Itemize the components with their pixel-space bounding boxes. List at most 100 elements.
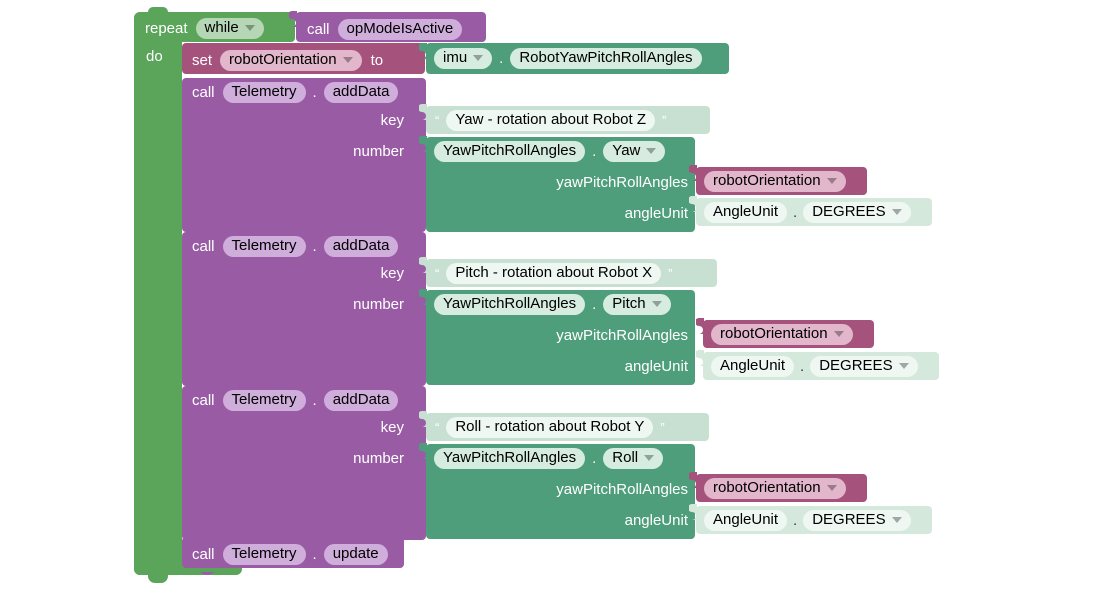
robotorientation-value-2: robotOrientation — [720, 325, 828, 342]
yawpitchrollangles-class-value-2: YawPitchRollAngles — [443, 295, 577, 312]
key-text-value-2: Pitch - rotation about Robot X — [455, 264, 653, 281]
set-variable-block[interactable]: set robotOrientation to — [182, 43, 425, 81]
telemetry-adddata-header-1: call Telemetry . addData — [192, 82, 399, 103]
angleunit-class-field-3[interactable]: AngleUnit — [704, 510, 788, 531]
call-opmodeisactive-block[interactable]: call opModeIsActive — [289, 11, 486, 42]
key-text-input-2[interactable]: Pitch - rotation about Robot X — [446, 263, 662, 284]
angleunit-class-value-2: AngleUnit — [720, 357, 786, 374]
key-text-block-1[interactable]: “ Yaw - rotation about Robot Z ” — [419, 104, 710, 134]
key-label-3: key — [380, 419, 404, 436]
value-plug — [689, 165, 698, 181]
robotyawpitchrollangles-field[interactable]: RobotYawPitchRollAngles — [510, 48, 702, 69]
angleunit-arg-label-1: angleUnit — [624, 205, 688, 222]
opmodeisactive-value: opModeIsActive — [346, 20, 454, 37]
update-method-value: update — [332, 545, 379, 562]
yawpitchrollangles-arg-label-3: yawPitchRollAngles — [556, 481, 688, 498]
angleunit-class-value-1: AngleUnit — [713, 203, 779, 220]
adddata-method-field[interactable]: addData — [323, 236, 399, 257]
variable-name: robotOrientation — [229, 51, 337, 68]
quote-open-icon: “ — [435, 420, 440, 435]
telemetry-object-field[interactable]: Telemetry — [222, 390, 306, 411]
value-plug — [696, 318, 705, 334]
yawpitchrollangles-class-field-2[interactable]: YawPitchRollAngles — [434, 294, 586, 315]
repeat-label-row: repeat while — [145, 18, 264, 39]
key-text-row-1: “ Yaw - rotation about Robot Z ” — [435, 110, 666, 131]
value-plug — [419, 257, 428, 273]
imu-dropdown[interactable]: imu — [434, 48, 493, 69]
set-label: set — [192, 52, 213, 69]
chevron-down-icon — [833, 330, 844, 337]
key-label-2: key — [380, 265, 404, 282]
key-text-input-3[interactable]: Roll - rotation about Robot Y — [446, 417, 654, 438]
angleunit-value-2: DEGREES — [819, 357, 893, 374]
angleunit-block-3[interactable]: AngleUnit . DEGREES — [689, 504, 932, 534]
yawpitchrollangles-class-value-3: YawPitchRollAngles — [443, 449, 577, 466]
value-plug — [419, 136, 428, 152]
robotyawpitchrollangles-value: RobotYawPitchRollAngles — [519, 49, 693, 66]
opmodeisactive-field[interactable]: opModeIsActive — [337, 19, 463, 40]
angleunit-block-1[interactable]: AngleUnit . DEGREES — [689, 196, 932, 226]
angleunit-class-field-1[interactable]: AngleUnit — [704, 202, 788, 223]
member-dropdown-3[interactable]: Roll — [603, 448, 664, 469]
dot-separator: . — [312, 238, 317, 255]
adddata-method-value: addData — [332, 391, 390, 408]
key-text-block-3[interactable]: “ Roll - rotation about Robot Y ” — [419, 411, 709, 441]
angleunit-value-dropdown-1[interactable]: DEGREES — [803, 202, 911, 223]
angleunit-arg-label-2: angleUnit — [624, 358, 688, 375]
telemetry-object-value: Telemetry — [231, 545, 297, 562]
number-label-1: number — [353, 143, 404, 160]
telemetry-update-block[interactable]: call Telemetry . update — [182, 537, 404, 575]
robotorientation-var-block-2[interactable]: robotOrientation — [696, 318, 874, 348]
imu-value: imu — [443, 49, 468, 66]
telemetry-object-field[interactable]: Telemetry — [222, 82, 306, 103]
imu-property-row: imu . RobotYawPitchRollAngles — [434, 48, 702, 69]
update-method-field[interactable]: update — [323, 544, 388, 565]
key-text-input-1[interactable]: Yaw - rotation about Robot Z — [446, 110, 656, 131]
call-label: call — [192, 84, 215, 101]
blockly-workspace[interactable]: repeat while do call opModeIsActive set … — [0, 0, 1109, 599]
number-label-2: number — [353, 296, 404, 313]
value-plug — [419, 104, 428, 120]
yawpitchrollangles-class-field-1[interactable]: YawPitchRollAngles — [434, 141, 586, 162]
value-plug — [689, 196, 698, 212]
dot-separator: . — [793, 512, 798, 529]
member-value-2: Pitch — [612, 295, 646, 312]
imu-property-block[interactable]: imu . RobotYawPitchRollAngles — [419, 43, 729, 74]
angleunit-value-dropdown-3[interactable]: DEGREES — [803, 510, 911, 531]
call-label: call — [192, 392, 215, 409]
repeat-mode-value: while — [204, 19, 239, 36]
call-label: call — [192, 546, 215, 563]
dot-separator: . — [499, 50, 504, 67]
robotorientation-dropdown-2[interactable]: robotOrientation — [711, 324, 853, 345]
call-opmodeisactive-row: call opModeIsActive — [307, 19, 463, 40]
telemetry-object-field[interactable]: Telemetry — [222, 236, 306, 257]
variable-dropdown[interactable]: robotOrientation — [220, 50, 362, 71]
robotorientation-var-block-1[interactable]: robotOrientation — [689, 165, 867, 195]
repeat-block-spine[interactable] — [134, 12, 182, 575]
angleunit-value-dropdown-2[interactable]: DEGREES — [810, 356, 918, 377]
do-label-row: do — [146, 49, 163, 64]
chevron-down-icon — [644, 454, 655, 461]
robotorientation-dropdown-3[interactable]: robotOrientation — [704, 478, 846, 499]
yawpitchrollangles-class-field-3[interactable]: YawPitchRollAngles — [434, 448, 586, 469]
member-dropdown-1[interactable]: Yaw — [603, 141, 666, 162]
chevron-down-icon — [473, 54, 484, 61]
repeat-top-notch — [148, 7, 168, 15]
yawpitchrollangles-arg-label-2: yawPitchRollAngles — [556, 327, 688, 344]
member-dropdown-2[interactable]: Pitch — [603, 294, 671, 315]
angleunit-class-field-2[interactable]: AngleUnit — [711, 356, 795, 377]
adddata-method-value: addData — [332, 237, 390, 254]
yawpitchrollangles-arg-label-1: yawPitchRollAngles — [556, 174, 688, 191]
dot-separator: . — [592, 450, 597, 467]
adddata-method-field[interactable]: addData — [323, 390, 399, 411]
quote-open-icon: “ — [435, 113, 440, 128]
angleunit-block-2[interactable]: AngleUnit . DEGREES — [696, 350, 939, 380]
block-top-notch — [196, 537, 218, 551]
robotorientation-dropdown-1[interactable]: robotOrientation — [704, 171, 846, 192]
repeat-label: repeat — [145, 20, 188, 37]
adddata-method-field[interactable]: addData — [323, 82, 399, 103]
repeat-mode-dropdown[interactable]: while — [195, 18, 264, 39]
robotorientation-var-block-3[interactable]: robotOrientation — [689, 472, 867, 502]
telemetry-object-field[interactable]: Telemetry — [222, 544, 306, 565]
key-text-block-2[interactable]: “ Pitch - rotation about Robot X ” — [419, 257, 717, 287]
